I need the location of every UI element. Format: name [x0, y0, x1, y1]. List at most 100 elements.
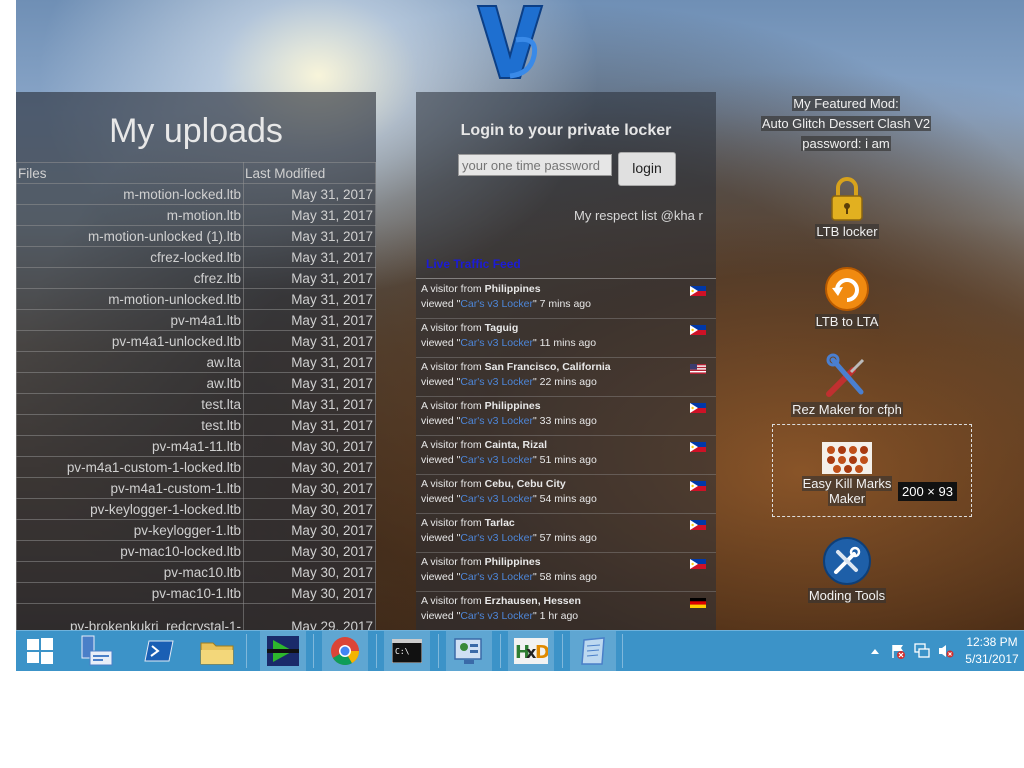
file-name-cell[interactable]: m-motion-unlocked.ltb — [16, 288, 244, 310]
file-name-cell[interactable]: pv-m4a1-custom-1.ltb — [16, 477, 244, 499]
start-button[interactable] — [26, 631, 56, 671]
desktop-icon-rez-maker[interactable]: Rez Maker for cfph — [767, 352, 927, 417]
file-name-cell[interactable]: pv-m4a1-11.ltb — [16, 435, 244, 457]
chrome-button[interactable] — [322, 631, 368, 671]
table-row[interactable]: pv-mac10-1.ltb May 30, 2017 — [16, 582, 376, 604]
feed-page-link[interactable]: Car's v3 Locker — [460, 454, 533, 466]
feed-time: " 1 hr ago — [532, 610, 579, 622]
table-row[interactable]: m-motion-locked.ltb May 31, 2017 — [16, 183, 376, 205]
file-name-cell[interactable]: cfrez-locked.ltb — [16, 246, 244, 268]
file-name-cell[interactable]: pv-brokenkukri_redcrystal-1- — [16, 603, 244, 630]
feed-page-link[interactable]: Car's v3 Locker — [460, 298, 533, 310]
file-name-cell[interactable]: pv-mac10-locked.ltb — [16, 540, 244, 562]
file-name-cell[interactable]: aw.ltb — [16, 372, 244, 394]
feed-viewed-prefix: viewed " — [421, 532, 461, 544]
feed-viewed-prefix: viewed " — [421, 610, 461, 622]
feed-page-link[interactable]: Car's v3 Locker — [460, 415, 533, 427]
feed-title[interactable]: Live Traffic Feed — [426, 257, 521, 271]
table-row[interactable]: test.ltb May 31, 2017 — [16, 414, 376, 436]
control-panel-button[interactable] — [446, 631, 492, 671]
feed-page-link[interactable]: Car's v3 Locker — [460, 610, 533, 622]
show-hidden-icons-arrow[interactable] — [870, 647, 880, 655]
flag-ph-icon — [690, 286, 706, 296]
media-app-button[interactable] — [260, 631, 306, 671]
file-name-cell[interactable]: pv-keylogger-1.ltb — [16, 519, 244, 541]
feed-visitor-line: A visitor from Tarlac — [421, 517, 515, 529]
notepad-button[interactable] — [570, 631, 616, 671]
file-name-cell[interactable]: aw.lta — [16, 351, 244, 373]
feed-page-link[interactable]: Car's v3 Locker — [460, 571, 533, 583]
flag-us-icon — [690, 364, 706, 374]
password-input[interactable] — [458, 154, 612, 176]
control-panel-icon — [454, 638, 482, 664]
feed-visitor-line: A visitor from Erzhausen, Hessen — [421, 595, 581, 607]
file-name-cell[interactable]: pv-mac10.ltb — [16, 561, 244, 583]
feed-visitor-line: A visitor from Cebu, Cebu City — [421, 478, 566, 490]
svg-text:D: D — [535, 642, 548, 663]
table-row[interactable]: pv-keylogger-1-locked.ltb May 30, 2017 — [16, 498, 376, 520]
table-row[interactable]: pv-m4a1.ltb May 31, 2017 — [16, 309, 376, 331]
taskbar-clock[interactable]: 12:38 PM 5/31/2017 — [962, 634, 1022, 668]
cmd-icon: C:\ — [391, 638, 423, 664]
cmd-button[interactable]: C:\ — [384, 631, 430, 671]
feed-prefix: A visitor from — [421, 283, 485, 295]
feed-location: Erzhausen, Hessen — [484, 595, 581, 607]
file-name-cell[interactable]: cfrez.ltb — [16, 267, 244, 289]
file-name-cell[interactable]: m-motion.ltb — [16, 204, 244, 226]
svg-text:C:\: C:\ — [395, 647, 410, 656]
action-center-flag-icon[interactable] — [890, 643, 906, 659]
feed-page-link[interactable]: Car's v3 Locker — [460, 376, 533, 388]
file-name-cell[interactable]: pv-m4a1-custom-1-locked.ltb — [16, 456, 244, 478]
feed-page-link[interactable]: Car's v3 Locker — [460, 337, 533, 349]
file-name-cell[interactable]: m-motion-locked.ltb — [16, 183, 244, 205]
table-row[interactable]: pv-mac10.ltb May 30, 2017 — [16, 561, 376, 583]
table-row[interactable]: cfrez-locked.ltb May 31, 2017 — [16, 246, 376, 268]
volume-icon[interactable] — [938, 643, 954, 659]
table-row[interactable]: m-motion.ltb May 31, 2017 — [16, 204, 376, 226]
desktop-icon-ltb-to-lta[interactable]: LTB to LTA — [792, 266, 902, 329]
last-modified-cell: May 30, 2017 — [243, 456, 376, 478]
last-modified-cell: May 31, 2017 — [243, 183, 376, 205]
table-row[interactable]: pv-brokenkukri_redcrystal-1- May 29, 2017 — [16, 603, 376, 630]
table-row[interactable]: pv-keylogger-1.ltb May 30, 2017 — [16, 519, 376, 541]
table-row[interactable]: m-motion-unlocked (1).ltb May 31, 2017 — [16, 225, 376, 247]
desktop-icon-kill-marks-maker[interactable]: Easy Kill Marks Maker — [792, 442, 902, 506]
file-name-cell[interactable]: test.lta — [16, 393, 244, 415]
v3-logo — [476, 5, 544, 79]
network-icon[interactable] — [914, 643, 930, 659]
desktop-icon-moding-tools[interactable]: Moding Tools — [792, 536, 902, 603]
feed-visitor-line: A visitor from Taguig — [421, 322, 518, 334]
powershell-button[interactable] — [144, 631, 176, 671]
hxd-button[interactable]: H x D — [508, 631, 554, 671]
table-row[interactable]: cfrez.ltb May 31, 2017 — [16, 267, 376, 289]
taskbar-separator — [246, 634, 247, 668]
file-name-cell[interactable]: pv-keylogger-1-locked.ltb — [16, 498, 244, 520]
file-name-cell[interactable]: pv-m4a1-unlocked.ltb — [16, 330, 244, 352]
table-row[interactable]: m-motion-unlocked.ltb May 31, 2017 — [16, 288, 376, 310]
table-row[interactable]: pv-m4a1-custom-1-locked.ltb May 30, 2017 — [16, 456, 376, 478]
flag-ph-icon — [690, 520, 706, 530]
feed-viewed-prefix: viewed " — [421, 454, 461, 466]
file-name-cell[interactable]: pv-m4a1.ltb — [16, 309, 244, 331]
table-row[interactable]: pv-mac10-locked.ltb May 30, 2017 — [16, 540, 376, 562]
flag-de-icon — [690, 598, 706, 608]
file-name-cell[interactable]: pv-mac10-1.ltb — [16, 582, 244, 604]
desktop-icon-ltb-locker[interactable]: LTB locker — [792, 176, 902, 239]
table-row[interactable]: pv-m4a1-custom-1.ltb May 30, 2017 — [16, 477, 376, 499]
login-button[interactable]: login — [618, 152, 676, 186]
table-row[interactable]: pv-m4a1-11.ltb May 30, 2017 — [16, 435, 376, 457]
table-row[interactable]: pv-m4a1-unlocked.ltb May 31, 2017 — [16, 330, 376, 352]
server-manager-button[interactable] — [80, 631, 116, 671]
feed-page-link[interactable]: Car's v3 Locker — [460, 532, 533, 544]
table-row[interactable]: aw.lta May 31, 2017 — [16, 351, 376, 373]
feed-prefix: A visitor from — [421, 517, 485, 529]
feed-page-link[interactable]: Car's v3 Locker — [460, 493, 533, 505]
table-row[interactable]: aw.ltb May 31, 2017 — [16, 372, 376, 394]
chrome-icon — [331, 637, 359, 665]
file-name-cell[interactable]: m-motion-unlocked (1).ltb — [16, 225, 244, 247]
kill-marks-label-line1: Easy Kill Marks — [801, 476, 893, 491]
table-row[interactable]: test.lta May 31, 2017 — [16, 393, 376, 415]
file-explorer-button[interactable] — [200, 631, 236, 671]
file-name-cell[interactable]: test.ltb — [16, 414, 244, 436]
feed-item: A visitor from Taguig viewed "Car's v3 Lo… — [416, 319, 716, 358]
